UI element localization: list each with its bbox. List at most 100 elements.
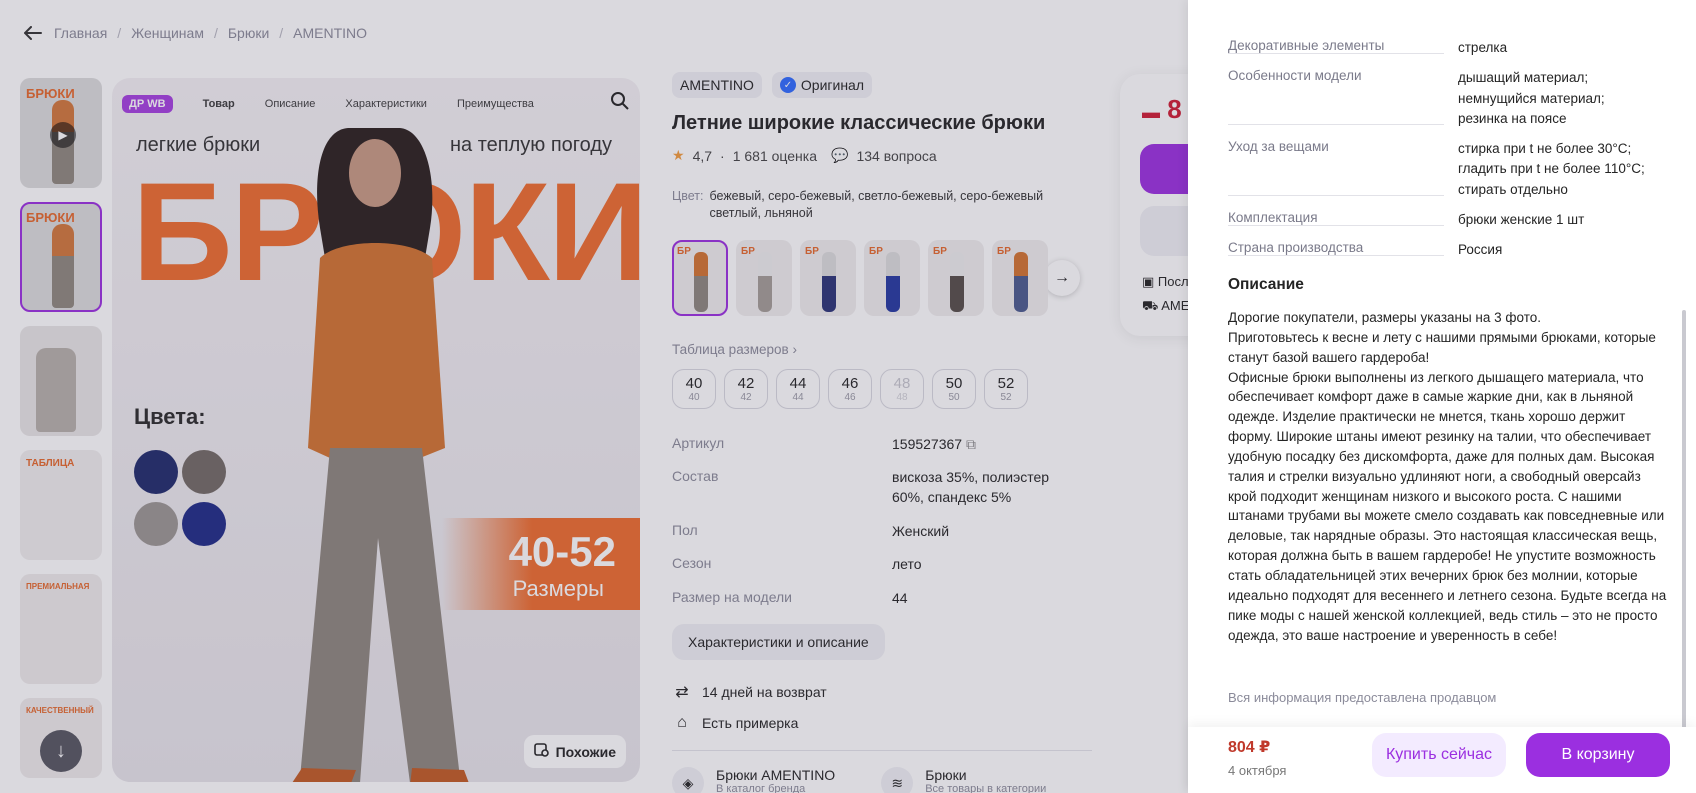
spec-key: Сезон [672,555,712,572]
add-to-cart-button[interactable]: В корзину [1526,733,1670,777]
thumbnail-figure [52,224,74,308]
copy-icon[interactable]: ⧉ [966,436,976,452]
size-ru: 52 [997,374,1015,392]
swatch-figure [950,251,964,312]
thumbnail-text: БРЮКИ [26,210,75,225]
color-swatch[interactable]: БР [928,239,984,316]
original-chip[interactable]: ✓ Оригинал [771,72,872,98]
footer-delivery-date: 4 октября [1228,763,1287,778]
property-row: Страна производства Россия [1228,240,1658,260]
spec-value: вискоза 35%, полиэстер 60%, спандекс 5% [892,469,1050,505]
property-value: дышащий материал; немнущийся материал; р… [1458,70,1605,126]
breadcrumb-home[interactable]: Главная [54,25,107,41]
swatch-figure [1014,251,1028,312]
wallet-icon: ▬ [1142,102,1160,122]
property-value: брюки женские 1 шт [1458,211,1585,227]
brand-row: AMENTINO ✓ Оригинал [672,72,1092,98]
thumbnail-image[interactable]: ПРЕМИАЛЬНАЯ [20,574,102,684]
size-selector: 40 40 42 42 44 44 46 46 48 48 50 50 52 52 [672,368,1092,409]
image-tab: Описание [264,98,316,110]
fitting-text: Есть примерка [702,715,799,732]
scroll-down-icon[interactable]: ↓ [40,730,82,772]
thumbnail-image[interactable] [20,326,102,436]
thumbnail-text: ПРЕМИАЛЬНАЯ [26,582,90,591]
brand-link-text: Брюки AMENTINO В каталог бренда [716,767,835,793]
property-key-text: Комплектация [1228,209,1324,225]
swatch-brand-mark: БР [741,245,755,257]
similar-button[interactable]: Похожие [523,735,626,768]
main-product-image[interactable]: ДР WB Товар Описание Характеристики Преи… [112,78,640,782]
spec-row: Сезон лето [672,555,1092,575]
details-button[interactable]: Характеристики и описание [672,624,885,661]
swatches-next-icon[interactable]: → [1044,259,1080,296]
property-row: Уход за вещами стирка при t не более 30°… [1228,139,1658,200]
spec-row: Пол Женский [672,522,1092,542]
size-option[interactable]: 46 46 [828,368,872,409]
rating-value[interactable]: 4,7 [693,148,712,164]
properties-table: Декоративные элементы стрелка Особенност… [1228,38,1658,270]
spec-key: Артикул [672,434,725,451]
size-option[interactable]: 40 40 [672,368,716,409]
swatch-brand-mark: БР [677,245,691,257]
brand-chip[interactable]: AMENTINO [672,72,762,98]
sizes-label: Размеры [512,576,604,601]
promo-badge: ДР WB [122,95,173,113]
color-swatch[interactable]: БР [736,239,792,316]
size-option[interactable]: 42 42 [724,368,768,409]
size-ru: 50 [945,374,963,392]
size-ru: 40 [685,374,703,392]
thumbnail-text: ТАБЛИЦА [26,458,75,469]
size-option[interactable]: 44 44 [776,368,820,409]
buy-card-info-row: ▣ Посл [1142,274,1189,290]
color-row: Цвет: бежевый, серо-бежевый, светло-беже… [672,188,1092,222]
breadcrumb-trousers[interactable]: Брюки [228,25,269,41]
back-arrow-icon[interactable] [22,22,44,44]
color-dot-gray [134,502,178,546]
category-link[interactable]: ≋ Брюки Все товары в категории [881,767,1046,793]
property-key: Декоративные элементы [1228,38,1458,58]
return-text: 14 дней на возврат [702,684,827,701]
breadcrumb-brand[interactable]: AMENTINO [293,25,367,41]
property-key: Комплектация [1228,209,1458,230]
size-eu: 46 [844,391,856,403]
buy-card-price: ▬ 8 [1142,94,1182,125]
star-icon: ★ [672,147,685,163]
size-option[interactable]: 50 50 [932,368,976,409]
model-figure [292,128,469,782]
size-ru: 46 [841,374,859,392]
buy-now-button[interactable]: Купить сейчас [1372,733,1506,777]
question-icon: 💬 [831,147,849,163]
questions-count[interactable]: 134 вопроса [856,148,936,164]
spec-list: Артикул 159527367 ⧉ Состав вискоза 35%, … [672,435,1092,609]
size-table-link[interactable]: Таблица размеров › [672,342,1092,357]
color-swatch[interactable]: БР [672,239,728,316]
hanger-icon: ⌂ [677,714,687,732]
color-swatch[interactable]: БР [992,239,1048,316]
color-dot-blue [182,502,226,546]
panel-scrollbar[interactable] [1682,310,1686,730]
product-info: AMENTINO ✓ Оригинал Летние широкие класс… [672,72,1092,793]
size-option[interactable]: 52 52 [984,368,1028,409]
color-swatch[interactable]: БР [864,239,920,316]
breadcrumb-separator: / [117,25,122,41]
swatch-figure [758,251,772,312]
thumbnail-image[interactable]: БРЮКИ [20,202,102,312]
swatch-figure [822,251,836,312]
spec-row: Артикул 159527367 ⧉ [672,435,1092,455]
size-eu: 40 [688,391,700,403]
buy-card-info-row: ⛟ AME [1142,298,1189,316]
brand-catalog-link[interactable]: ◈ Брюки AMENTINO В каталог бренда [672,767,835,793]
description-title: Описание [1228,276,1304,293]
box-icon: ▣ [1142,274,1155,289]
rating-count[interactable]: 1 681 оценка [733,148,817,164]
breadcrumb-women[interactable]: Женщинам [131,25,204,41]
brand-link-sub: В каталог бренда [716,783,806,793]
verified-check-icon: ✓ [779,77,796,93]
thumbnail-video[interactable]: БРЮКИ ▶ [20,78,102,188]
thumbnail-image[interactable]: ТАБЛИЦА [20,450,102,560]
spec-key: Состав [672,468,719,485]
color-swatch[interactable]: БР [800,239,856,316]
category-link-title: Брюки [925,767,967,784]
original-label: Оригинал [800,77,864,93]
rating-separator: · [720,147,725,164]
